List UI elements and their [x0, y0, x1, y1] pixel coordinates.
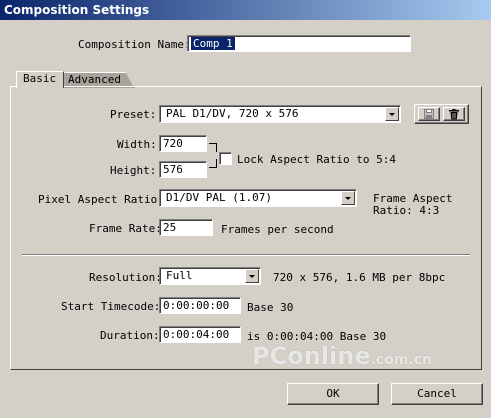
save-preset-button[interactable]: [418, 107, 440, 121]
width-input[interactable]: 720: [159, 135, 207, 152]
start-timecode-input[interactable]: 0:00:00:00: [159, 297, 241, 314]
frame-rate-input[interactable]: 25: [159, 219, 213, 236]
height-label: Height:: [110, 164, 157, 177]
tab-advanced-label: Advanced: [68, 73, 121, 86]
start-timecode-info: Base 30: [247, 301, 294, 314]
disk-icon: [424, 109, 434, 119]
cancel-button[interactable]: Cancel: [391, 383, 483, 405]
window-title[interactable]: Composition Settings: [0, 0, 491, 20]
ok-button[interactable]: OK: [287, 383, 379, 405]
link-bracket-top: [209, 143, 217, 152]
resolution-dropdown[interactable]: Full: [159, 267, 261, 285]
trash-icon: [449, 109, 459, 120]
tab-basic-label: Basic: [23, 72, 57, 85]
frame-rate-unit: Frames per second: [221, 223, 334, 236]
composition-name-label: Composition Name:: [78, 38, 191, 51]
width-label: Width:: [117, 138, 157, 151]
tab-basic[interactable]: Basic: [16, 71, 64, 88]
resolution-value: Full: [166, 269, 193, 282]
pconline-watermark: PConline.com.cn: [252, 342, 432, 370]
composition-name-input[interactable]: Comp 1: [187, 35, 411, 52]
link-bracket-bottom: [209, 159, 217, 168]
lock-aspect-checkbox[interactable]: [219, 152, 232, 165]
pixel-aspect-value: D1/DV PAL (1.07): [166, 191, 272, 204]
height-input[interactable]: 576: [159, 161, 207, 178]
pixel-aspect-dropdown[interactable]: D1/DV PAL (1.07): [159, 189, 357, 207]
pixel-aspect-label: Pixel Aspect Ratio:: [38, 193, 164, 206]
composition-settings-dialog: Composition Settings Composition Name: C…: [0, 0, 491, 418]
frame-rate-label: Frame Rate:: [89, 222, 162, 235]
frame-aspect-line2: Ratio: 4:3: [373, 204, 440, 217]
chevron-down-icon[interactable]: [341, 191, 355, 205]
composition-name-value: Comp 1: [191, 37, 235, 50]
delete-preset-button[interactable]: [443, 107, 465, 121]
preset-buttons-group: [414, 104, 469, 124]
section-divider: [22, 254, 470, 256]
resolution-info: 720 x 576, 1.6 MB per 8bpc: [273, 271, 446, 284]
chevron-down-icon[interactable]: [385, 107, 399, 121]
watermark-suffix: .com.cn: [370, 352, 433, 368]
preset-value: PAL D1/DV, 720 x 576: [166, 107, 299, 120]
resolution-label: Resolution:: [89, 271, 162, 284]
duration-label: Duration:: [100, 329, 160, 342]
start-timecode-label: Start Timecode:: [61, 300, 161, 313]
chevron-down-icon[interactable]: [245, 269, 259, 283]
preset-label: Preset:: [110, 108, 157, 121]
watermark-main: PConline: [252, 342, 371, 370]
duration-input[interactable]: 0:00:04:00: [159, 326, 241, 343]
preset-dropdown[interactable]: PAL D1/DV, 720 x 576: [159, 105, 401, 123]
lock-aspect-label[interactable]: Lock Aspect Ratio to 5:4: [237, 153, 396, 166]
